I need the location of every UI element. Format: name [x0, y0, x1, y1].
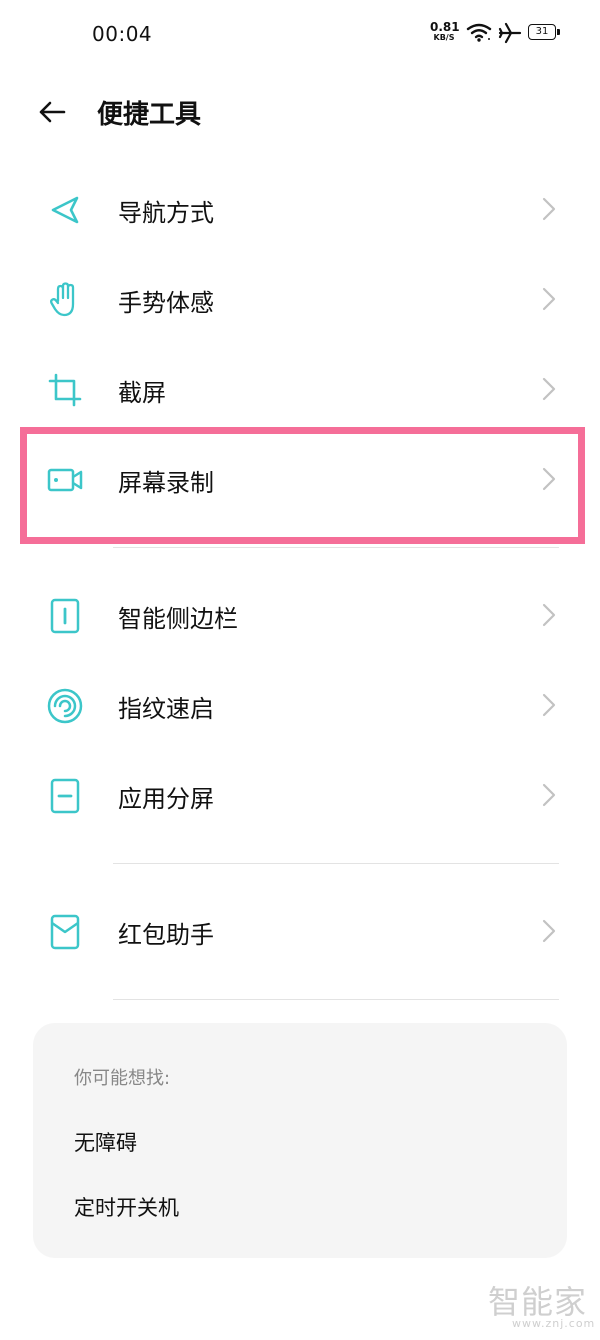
- network-speed-value: 0.81: [430, 20, 460, 34]
- back-button[interactable]: [30, 90, 74, 134]
- chevron-right-icon: [542, 197, 556, 225]
- wifi-icon: [466, 22, 492, 46]
- network-speed: 0.81 KB/S: [430, 20, 460, 42]
- battery-cap: [557, 29, 560, 35]
- suggestion-item-accessibility[interactable]: 无障碍: [74, 1127, 137, 1157]
- navigation-icon: [45, 190, 85, 230]
- chevron-right-icon: [542, 783, 556, 811]
- chevron-right-icon: [542, 603, 556, 631]
- red-envelope-icon: [45, 912, 85, 952]
- menu-item-fingerprint[interactable]: 指纹速启: [0, 660, 600, 750]
- chevron-right-icon: [542, 693, 556, 721]
- network-speed-unit: KB/S: [433, 33, 455, 42]
- divider: [113, 547, 559, 548]
- menu-item-smart-sidebar[interactable]: 智能侧边栏: [0, 570, 600, 660]
- battery-level: 31: [535, 26, 549, 37]
- highlight-box: [20, 427, 585, 544]
- chevron-right-icon: [542, 287, 556, 315]
- header: 便捷工具: [0, 80, 600, 144]
- watermark-url: www.znj.com: [512, 1317, 596, 1330]
- menu-item-label: 手势体感: [118, 289, 214, 317]
- suggestions-title: 你可能想找:: [74, 1068, 171, 1089]
- status-bar: 00:04 0.81 KB/S 31: [0, 0, 600, 68]
- menu-item-label: 截屏: [118, 379, 166, 407]
- menu-item-label: 红包助手: [118, 921, 214, 949]
- hand-gesture-icon: [45, 280, 85, 320]
- suggestion-item-scheduled-power[interactable]: 定时开关机: [74, 1192, 179, 1222]
- crop-icon: [45, 370, 85, 410]
- chevron-right-icon: [542, 919, 556, 947]
- page-title: 便捷工具: [97, 100, 202, 130]
- suggestions-card: 你可能想找: 无障碍 定时开关机: [33, 1023, 567, 1258]
- divider: [113, 999, 559, 1000]
- chevron-right-icon: [542, 377, 556, 405]
- menu-item-navigation[interactable]: 导航方式: [0, 164, 600, 254]
- back-arrow-icon: [39, 101, 66, 123]
- smart-sidebar-icon: [45, 596, 85, 636]
- menu-item-gesture[interactable]: 手势体感: [0, 254, 600, 344]
- menu-item-split-screen[interactable]: 应用分屏: [0, 750, 600, 840]
- menu-item-screenshot[interactable]: 截屏: [0, 344, 600, 434]
- status-time: 00:04: [92, 22, 153, 46]
- menu-item-label: 指纹速启: [118, 695, 214, 723]
- fingerprint-icon: [45, 686, 85, 726]
- divider: [113, 863, 559, 864]
- airplane-mode-icon: [498, 22, 522, 48]
- menu-item-label: 智能侧边栏: [118, 605, 238, 633]
- menu-item-label: 导航方式: [118, 199, 214, 227]
- menu-item-label: 应用分屏: [118, 785, 214, 813]
- split-screen-icon: [45, 776, 85, 816]
- menu-item-red-envelope[interactable]: 红包助手: [0, 886, 600, 976]
